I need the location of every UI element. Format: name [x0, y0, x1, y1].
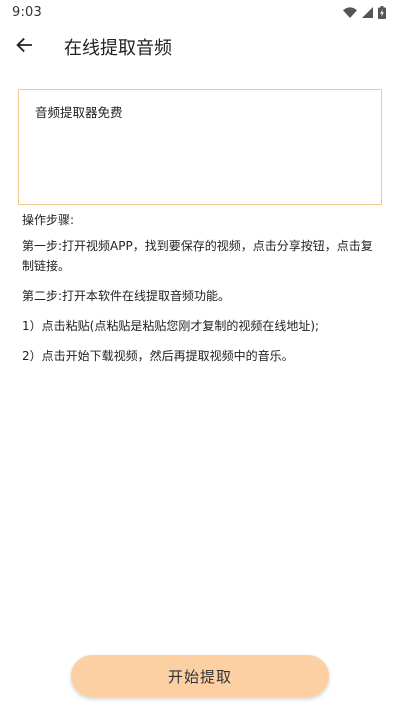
instruction-step-2: 第二步:打开本软件在线提取音频功能。	[22, 289, 231, 303]
instructions: 操作步骤: 第一步:打开视频APP，找到要保存的视频，点击分享按钮，点击复制链接…	[22, 210, 382, 376]
instructions-heading: 操作步骤:	[22, 213, 75, 227]
status-bar: 9:03	[0, 0, 400, 24]
signal-icon	[362, 6, 373, 18]
status-icons	[343, 5, 386, 19]
app-bar: 在线提取音频	[0, 24, 400, 70]
instruction-step-1: 第一步:打开视频APP，找到要保存的视频，点击分享按钮，点击复制链接。	[22, 239, 373, 273]
instruction-substep-1: 1）点击粘贴(点粘贴是粘贴您刚才复制的视频在线地址);	[22, 319, 320, 333]
arrow-left-icon	[15, 36, 33, 58]
page-title: 在线提取音频	[64, 38, 172, 59]
back-button[interactable]	[0, 24, 48, 70]
start-extract-button[interactable]: 开始提取	[71, 655, 329, 697]
screen: 9:03 在线提取音频 音频提取器免费 操作步骤: 第一步:打开视频APP，找到…	[0, 0, 400, 712]
status-time: 9:03	[12, 4, 42, 20]
wifi-icon	[343, 6, 357, 18]
video-url-input[interactable]: 音频提取器免费	[18, 89, 382, 205]
instruction-substep-2: 2）点击开始下载视频，然后再提取视频中的音乐。	[22, 349, 294, 363]
battery-icon	[378, 5, 386, 19]
